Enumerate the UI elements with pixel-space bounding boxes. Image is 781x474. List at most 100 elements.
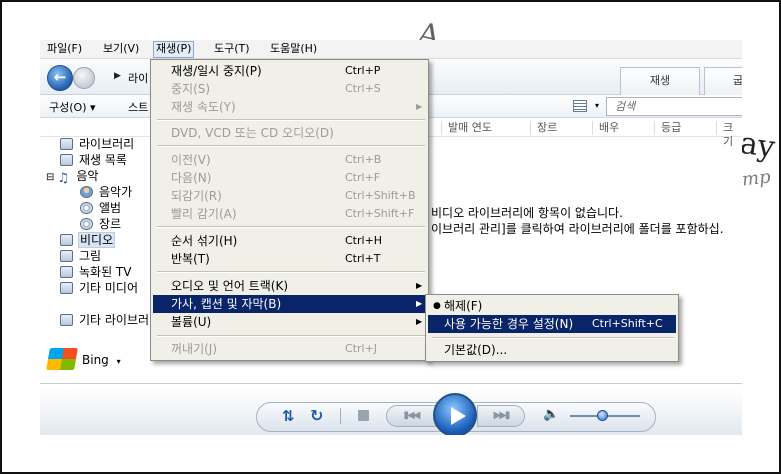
sidebar-item-playlists[interactable]: 재생 목록 — [60, 152, 127, 168]
menu-item-repeat[interactable]: 반복(T) Ctrl+T — [153, 250, 426, 268]
menu-separator — [157, 119, 425, 121]
other-media-icon — [60, 282, 73, 294]
menu-item-fast-forward[interactable]: 빨리 감기(A) Ctrl+Shift+F — [153, 205, 426, 223]
menu-item-shuffle[interactable]: 순서 섞기(H) Ctrl+H — [153, 232, 426, 250]
sidebar-item-label: 라이브러리 — [79, 137, 135, 151]
menu-item-label: 재생/일시 중지(P) — [171, 64, 262, 78]
stream-button[interactable]: 스트 — [128, 99, 148, 115]
column-size[interactable]: 크기 — [716, 121, 742, 148]
sidebar-item-label: 장르 — [99, 217, 122, 231]
menu-item-shortcut: Ctrl+Shift+B — [345, 189, 416, 202]
sidebar-item-recorded-tv[interactable]: 녹화된 TV — [60, 264, 131, 280]
sidebar-item-label: 그림 — [79, 249, 102, 263]
stop-icon[interactable] — [358, 410, 369, 421]
menu-help[interactable]: 도움말(H) — [268, 42, 319, 58]
next-icon[interactable]: ▶▶▮ — [477, 405, 525, 427]
menu-item-label: 오디오 및 언어 트랙(K) — [171, 279, 288, 293]
windows-logo-icon — [46, 348, 78, 370]
radio-bullet-icon: ● — [433, 301, 441, 311]
menu-item-shortcut: Ctrl+P — [345, 64, 381, 77]
view-options-dropdown-icon[interactable]: ▾ — [595, 101, 599, 110]
organize-label: 구성(O) — [49, 101, 87, 114]
submenu-item-off[interactable]: ● 해제(F) — [428, 297, 676, 315]
menu-item-shortcut: Ctrl+F — [345, 171, 381, 184]
artist-icon — [80, 186, 93, 198]
sidebar-item-label: 비디오 — [77, 232, 116, 248]
sidebar-item-pictures[interactable]: 그림 — [60, 248, 101, 264]
background-decoration-mp: mp — [740, 166, 772, 191]
menu-view[interactable]: 보기(V) — [101, 42, 141, 58]
repeat-icon[interactable]: ↻ — [310, 406, 323, 425]
previous-icon[interactable]: ▮◀◀ — [386, 405, 436, 427]
collapse-icon[interactable]: ⊟ — [46, 172, 54, 183]
sidebar-item-other-media[interactable]: 기타 미디어 — [60, 280, 138, 296]
sidebar-item-other-libraries[interactable]: 기타 라이브러 — [60, 312, 149, 328]
menu-separator — [157, 271, 425, 273]
back-arrow-icon[interactable]: ← — [47, 65, 73, 91]
submenu-arrow-icon: ▶ — [416, 299, 423, 308]
menu-item-label: 사용 가능한 경우 설정(N) — [444, 317, 574, 331]
menu-item-lyrics-captions-subtitles[interactable]: 가사, 캡션 및 자막(B) ▶ — [153, 295, 426, 313]
tab-play[interactable]: 재생 — [620, 67, 700, 95]
sidebar-item-video[interactable]: 비디오 — [60, 232, 116, 248]
menu-item-play-pause[interactable]: 재생/일시 중지(P) Ctrl+P — [153, 62, 426, 80]
organize-button[interactable]: 구성(O) ▾ — [49, 99, 96, 115]
sidebar-item-album[interactable]: 앨범 — [80, 200, 121, 216]
search-input[interactable]: 검색 — [606, 97, 742, 116]
play-icon[interactable] — [433, 393, 477, 435]
shuffle-icon[interactable]: ⇅ — [282, 407, 295, 425]
menu-item-label: 해제(F) — [444, 299, 483, 313]
column-rating[interactable]: 등급 — [654, 121, 681, 135]
sidebar-item-music[interactable]: ⊟ ♫ 음악 — [46, 168, 98, 186]
menu-item-next[interactable]: 다음(N) Ctrl+F — [153, 169, 426, 187]
column-genre[interactable]: 장르 — [530, 121, 557, 135]
divider — [40, 383, 742, 384]
library-help-message: 이브러리 관리]를 클릭하여 라이브러리에 폴더를 포함하십. — [431, 222, 724, 236]
menu-item-previous[interactable]: 이전(V) Ctrl+B — [153, 151, 426, 169]
menu-play[interactable]: 재생(P) — [153, 41, 195, 58]
forward-arrow-icon[interactable] — [73, 67, 95, 89]
menu-item-volume[interactable]: 볼륨(U) ▶ — [153, 313, 426, 331]
breadcrumb[interactable]: 라이 — [128, 70, 148, 86]
menu-item-label: 이전(V) — [171, 153, 211, 167]
tab-burn[interactable]: 굽 — [704, 67, 742, 95]
captions-submenu: ● 해제(F) 사용 가능한 경우 설정(N) Ctrl+Shift+C 기본값(D… — [425, 294, 679, 362]
menu-separator — [157, 226, 425, 228]
sidebar-item-label: 음악가 — [99, 185, 133, 199]
submenu-item-defaults[interactable]: 기본값(D)... — [428, 341, 676, 359]
chevron-down-icon: ▾ — [116, 357, 121, 366]
menu-item-label: 기본값(D)... — [444, 343, 508, 357]
column-release-year[interactable]: 발매 연도 — [441, 121, 492, 135]
menu-item-rewind[interactable]: 되감기(R) Ctrl+Shift+B — [153, 187, 426, 205]
submenu-item-on-if-available[interactable]: 사용 가능한 경우 설정(N) Ctrl+Shift+C — [428, 315, 676, 333]
sidebar-item-artist[interactable]: 음악가 — [80, 184, 132, 200]
column-actors[interactable]: 배우 — [592, 121, 619, 135]
menu-item-audio-language-tracks[interactable]: 오디오 및 언어 트랙(K) ▶ — [153, 277, 426, 295]
menu-item-label: 가사, 캡션 및 자막(B) — [171, 297, 282, 311]
music-note-icon: ♫ — [57, 171, 70, 186]
menu-item-label: DVD, VCD 또는 CD 오디오(D) — [171, 126, 334, 140]
menu-item-stop[interactable]: 중지(S) Ctrl+S — [153, 80, 426, 98]
menu-item-label: 되감기(R) — [171, 189, 222, 203]
menu-item-shortcut: Ctrl+H — [345, 234, 383, 247]
picture-icon — [60, 250, 73, 262]
menu-separator — [157, 335, 425, 337]
bing-search-button[interactable]: Bing ▾ — [46, 348, 121, 372]
view-options-icon[interactable] — [573, 100, 587, 112]
play-menu-dropdown: 재생/일시 중지(P) Ctrl+P 중지(S) Ctrl+S 재생 속도(Y) ▶ … — [150, 59, 429, 361]
menu-item-shortcut: Ctrl+J — [345, 342, 378, 355]
submenu-arrow-icon: ▶ — [416, 102, 423, 111]
menu-item-dvd-vcd-cd[interactable]: DVD, VCD 또는 CD 오디오(D) — [153, 124, 426, 142]
menu-item-shortcut: Ctrl+T — [345, 252, 381, 265]
menu-item-eject[interactable]: 꺼내기(J) Ctrl+J — [153, 340, 426, 358]
menu-file[interactable]: 파일(F) — [45, 42, 84, 58]
playlist-icon — [60, 154, 73, 166]
breadcrumb-chevron-icon[interactable]: ▶ — [114, 71, 121, 81]
speaker-icon[interactable]: 🔈 — [543, 407, 559, 422]
sidebar-item-library[interactable]: 라이브러리 — [60, 136, 134, 152]
sidebar-item-genre[interactable]: 장르 — [80, 216, 121, 232]
menu-item-play-speed[interactable]: 재생 속도(Y) ▶ — [153, 98, 426, 116]
submenu-arrow-icon: ▶ — [416, 317, 423, 326]
volume-slider-thumb[interactable] — [596, 410, 608, 421]
menu-tools[interactable]: 도구(T) — [212, 42, 252, 58]
